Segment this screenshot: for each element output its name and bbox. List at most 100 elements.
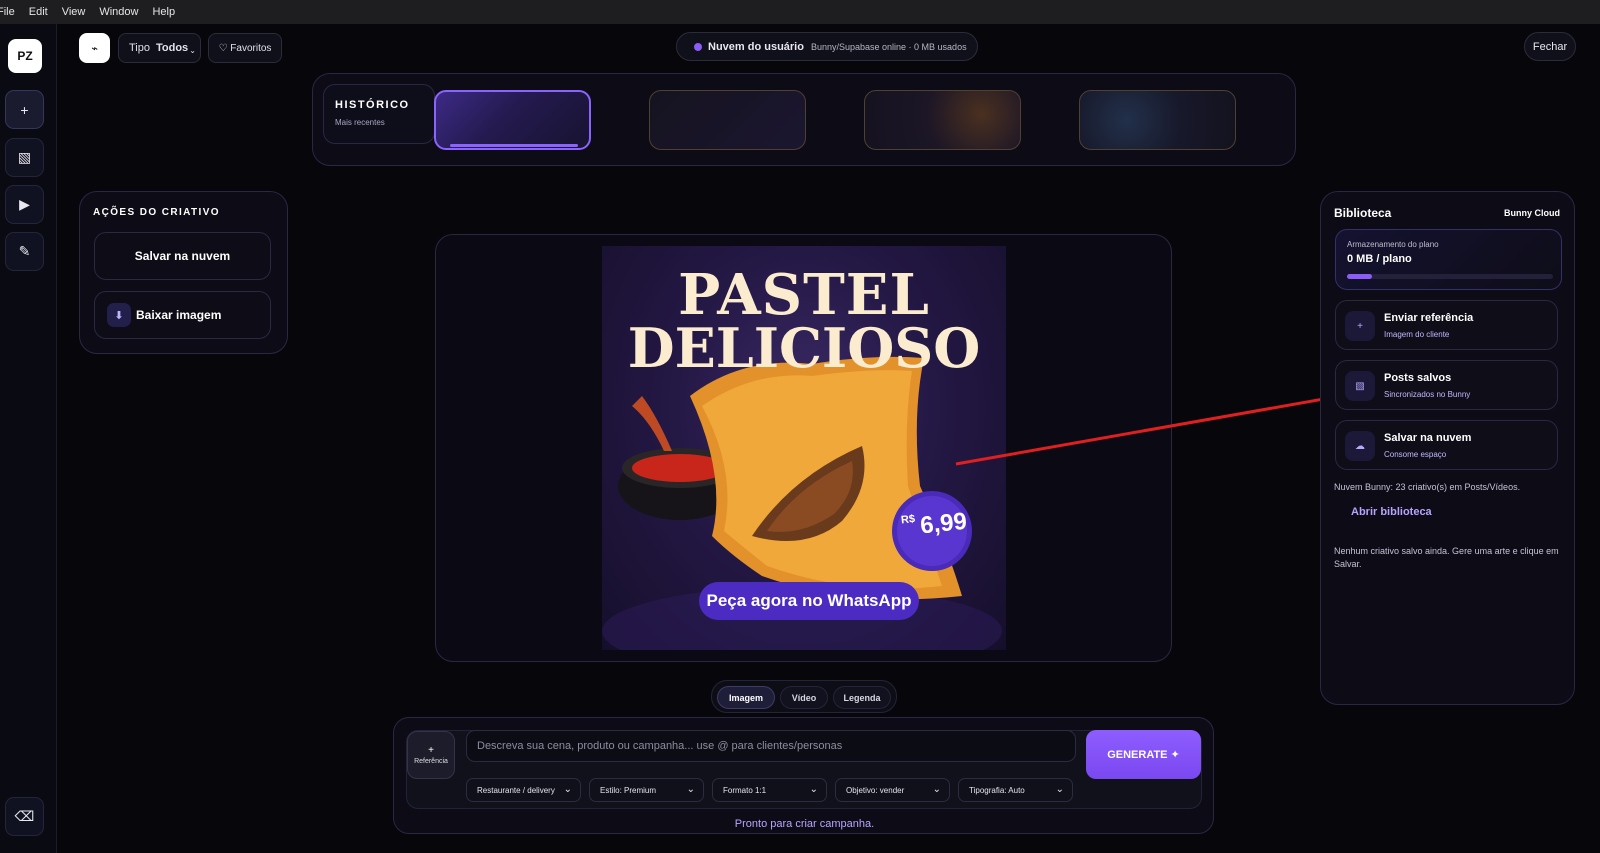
history-item[interactable] [864, 90, 1021, 150]
video-button[interactable]: ▶ [5, 185, 44, 224]
gallery-button[interactable]: ▧ [5, 138, 44, 177]
save-cloud-title: Salvar na nuvem [1384, 432, 1472, 444]
close-button[interactable]: Fechar [1524, 32, 1576, 61]
edit-button[interactable]: ✎ [5, 232, 44, 271]
tipo-filter[interactable]: Tipo Todos ⌄ [118, 33, 201, 63]
cloud-status-text: Bunny/Supabase online · 0 MB usados [810, 41, 967, 52]
saved-posts-card[interactable]: ▧ Posts salvos Sincronizados no Bunny [1335, 360, 1558, 410]
send-reference-subtitle: Imagem do cliente [1384, 330, 1450, 339]
style-select[interactable]: Estilo: Premium ⌄ [589, 778, 704, 802]
style-value: Estilo: Premium [600, 785, 657, 795]
whatsapp-cta: Peça agora no WhatsApp [699, 582, 919, 620]
typography-select[interactable]: Tipografia: Auto ⌄ [958, 778, 1073, 802]
library-title: Biblioteca [1334, 206, 1392, 220]
tab-caption[interactable]: Legenda [833, 686, 891, 709]
goal-select[interactable]: Objetivo: vender ⌄ [835, 778, 950, 802]
generate-label: GENERATE ✦ [1107, 749, 1180, 761]
chevron-down-icon: ⌄ [932, 784, 941, 795]
preview-panel: PASTEL DELICIOSO R$ 6,99 Peça agora no W… [435, 234, 1172, 662]
menu-edit[interactable]: Edit [29, 6, 48, 18]
history-panel: HISTÓRICO Mais recentes [312, 73, 1296, 166]
typography-value: Tipografia: Auto [969, 785, 1025, 795]
gallery-icon: ▧ [17, 149, 32, 165]
prompt-input[interactable]: Descreva sua cena, produto ou campanha..… [466, 730, 1076, 762]
menu-file[interactable]: File [0, 6, 15, 18]
chevron-down-icon: ⌄ [1055, 784, 1064, 795]
gallery-icon: ▧ [1345, 371, 1375, 401]
history-header: HISTÓRICO Mais recentes [323, 84, 435, 144]
mode-tabs: Imagem Vídeo Legenda [711, 680, 897, 713]
save-cloud-button[interactable]: Salvar na nuvem [94, 232, 271, 280]
generate-button[interactable]: GENERATE ✦ [1086, 730, 1201, 779]
price-value: 6,99 [918, 507, 969, 540]
library-count-note: Nuvem Bunny: 23 criativo(s) em Posts/Víd… [1334, 482, 1521, 492]
download-image-button[interactable]: ⬇ Baixar imagem [94, 291, 271, 339]
library-provider: Bunny Cloud [1504, 208, 1560, 218]
favorites-label: ♡ Favoritos [218, 42, 272, 54]
favorites-button[interactable]: ♡ Favoritos [208, 33, 282, 63]
backspace-icon: ⌫ [14, 808, 35, 824]
format-value: Formato 1:1 [723, 785, 767, 795]
cta-label: Peça agora no WhatsApp [706, 591, 912, 610]
segment-select[interactable]: Restaurante / delivery ⌄ [466, 778, 581, 802]
storage-label: Armazenamento do plano [1347, 240, 1439, 249]
open-library-link[interactable]: Abrir biblioteca [1351, 506, 1432, 518]
segment-value: Restaurante / delivery [477, 785, 555, 795]
pencil-icon: ✎ [18, 243, 31, 259]
storage-value: 0 MB / plano [1347, 253, 1412, 265]
menu-bar: File Edit View Window Help [0, 0, 1600, 24]
price-prefix: R$ [900, 513, 916, 527]
composer-panel: + Referência Descreva sua cena, produto … [393, 717, 1214, 834]
erase-button[interactable]: ⌫ [5, 797, 44, 836]
cloud-title: Nuvem do usuário [708, 40, 804, 53]
chevron-down-icon: ⌄ [563, 784, 572, 795]
reference-label: Referência [414, 758, 448, 765]
saved-posts-subtitle: Sincronizados no Bunny [1384, 390, 1471, 399]
prompt-placeholder: Descreva sua cena, produto ou campanha..… [477, 740, 843, 752]
tipo-label: Tipo [129, 42, 150, 54]
download-label: Baixar imagem [136, 308, 222, 322]
storage-bar-fill [1347, 274, 1372, 279]
plus-icon: + [20, 101, 29, 118]
plus-icon: + [1345, 311, 1375, 341]
new-button[interactable]: + [5, 90, 44, 129]
menu-window[interactable]: Window [99, 6, 138, 18]
app-logo: PZ [8, 39, 42, 73]
send-reference-card[interactable]: + Enviar referência Imagem do cliente [1335, 300, 1558, 350]
actions-title: AÇÕES DO CRIATIVO [93, 207, 220, 218]
storage-card: Armazenamento do plano 0 MB / plano [1335, 229, 1562, 290]
history-item[interactable] [434, 90, 591, 150]
goal-value: Objetivo: vender [846, 785, 905, 795]
selected-indicator [450, 144, 578, 147]
cloud-icon: ☁ [1345, 431, 1375, 461]
back-button[interactable]: ⌁ [79, 33, 110, 63]
saved-posts-title: Posts salvos [1384, 372, 1452, 384]
reference-button[interactable]: + Referência [407, 731, 455, 779]
history-item[interactable] [1079, 90, 1236, 150]
history-title: HISTÓRICO [335, 99, 410, 111]
history-item[interactable] [649, 90, 806, 150]
price-badge: R$ 6,99 [898, 507, 972, 554]
save-cloud-card[interactable]: ☁ Salvar na nuvem Consome espaço [1335, 420, 1558, 470]
plus-icon: + [428, 745, 434, 756]
chevron-down-icon: ⌄ [189, 45, 196, 55]
creative-image[interactable]: PASTEL DELICIOSO R$ 6,99 Peça agora no W… [602, 246, 1006, 650]
storage-bar [1347, 274, 1553, 279]
menu-view[interactable]: View [62, 6, 86, 18]
status-dot-icon [694, 42, 702, 51]
play-icon: ▶ [19, 196, 30, 212]
close-label: Fechar [1532, 40, 1568, 53]
library-panel: Biblioteca Bunny Cloud Armazenamento do … [1320, 191, 1575, 705]
composer-status: Pronto para criar campanha. [734, 818, 875, 830]
creative-headline-2: DELICIOSO [627, 316, 981, 380]
actions-panel: AÇÕES DO CRIATIVO Salvar na nuvem ⬇ Baix… [79, 191, 288, 354]
tab-video[interactable]: Vídeo [780, 686, 828, 709]
tipo-value: Todos [156, 42, 189, 54]
left-sidebar: PZ + ▧ ▶ ✎ ⌫ [0, 24, 57, 853]
history-subtitle: Mais recentes [335, 118, 385, 127]
menu-help[interactable]: Help [152, 6, 175, 18]
tab-image[interactable]: Imagem [717, 686, 775, 709]
cloud-status: Nuvem do usuário Bunny/Supabase online ·… [676, 32, 978, 61]
save-cloud-subtitle: Consome espaço [1384, 450, 1447, 459]
format-select[interactable]: Formato 1:1 ⌄ [712, 778, 827, 802]
